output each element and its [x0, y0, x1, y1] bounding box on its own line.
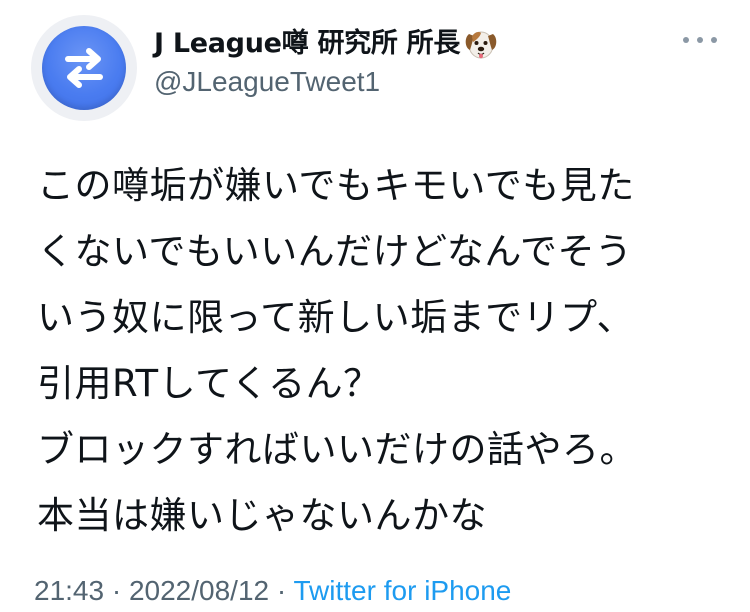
tweet-line: この噂垢が嫌いでもキモいでも見た: [37, 164, 635, 207]
tweet-date[interactable]: 2022/08/12: [129, 575, 269, 606]
tweet-line: くないでもいいんだけどなんでそう: [37, 230, 633, 273]
meta-separator: ·: [104, 575, 129, 606]
avatar[interactable]: [31, 15, 137, 121]
dot: [683, 37, 689, 43]
tweet-text: この噂垢が嫌いでもキモいでも見た くないでもいいんだけどなんでそう いう奴に限っ…: [37, 153, 737, 549]
tweet-line: 本当は嫌いじゃないんかな: [37, 494, 487, 537]
swap-arrows-icon: [42, 26, 126, 110]
more-options-icon[interactable]: [683, 33, 717, 47]
tweet-line: いう奴に限って新しい垢までリプ、: [37, 296, 635, 339]
dot: [697, 37, 703, 43]
tweet-line: ブロックすればいいだけの話やろ。: [37, 428, 637, 471]
display-name-text: J League噂 研究所 所長: [154, 28, 461, 59]
tweet-source-link[interactable]: Twitter for iPhone: [294, 575, 512, 606]
display-name[interactable]: J League噂 研究所 所長: [154, 25, 499, 63]
user-handle[interactable]: @JLeagueTweet1: [154, 64, 380, 100]
dog-face-icon: [463, 26, 499, 62]
dot: [711, 37, 717, 43]
tweet-line: 引用RTしてくるん？: [37, 362, 381, 405]
tweet-time[interactable]: 21:43: [34, 575, 104, 606]
tweet-meta: 21:43 · 2022/08/12 · Twitter for iPhone: [34, 573, 511, 609]
meta-separator: ·: [269, 575, 294, 606]
